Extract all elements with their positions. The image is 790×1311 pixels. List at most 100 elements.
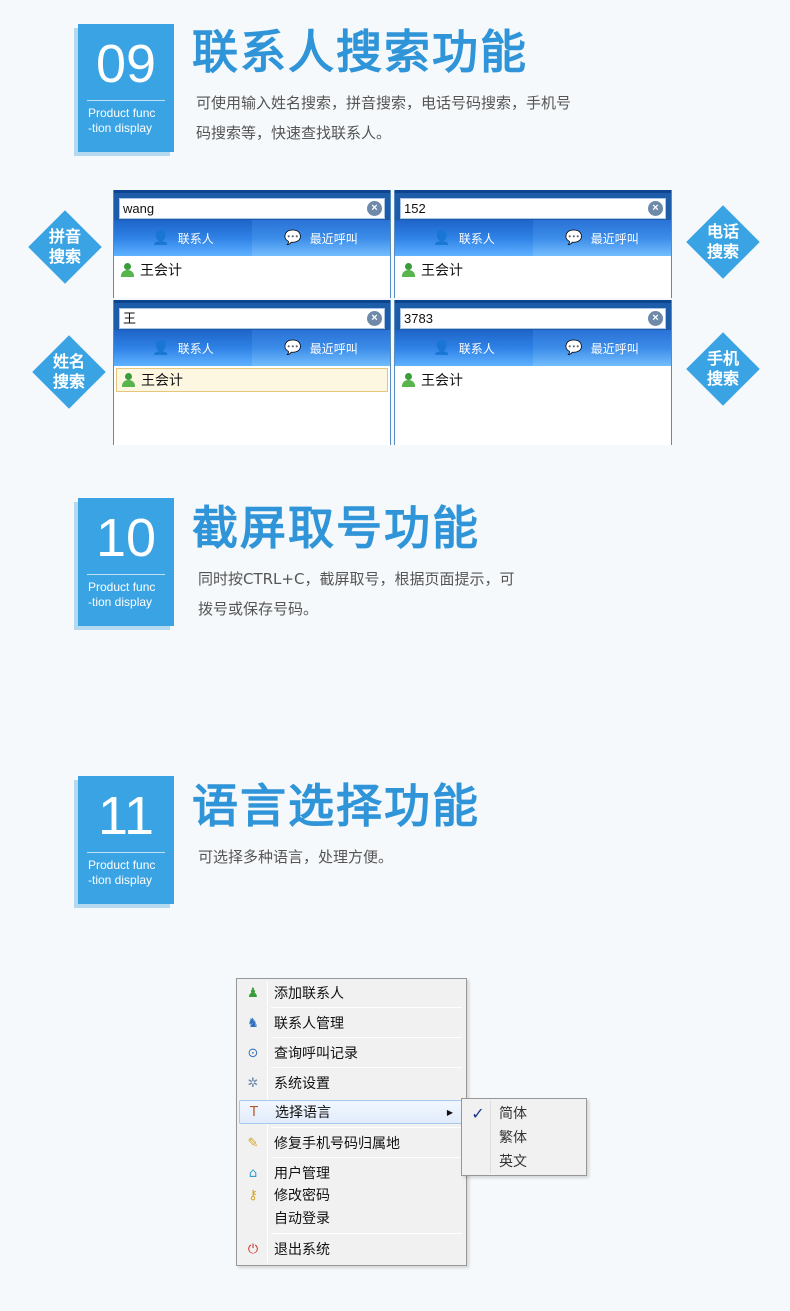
search-query: 王 [123,311,137,326]
pinyin-search-label: 拼音 搜索 [26,208,104,286]
diamond-text: 电话 [706,222,739,241]
section-number: 11 [97,786,155,846]
clear-icon[interactable]: × [648,311,663,326]
section-subtitle: Product func -tion display [88,580,172,610]
power-icon: ⏻ [247,1241,259,1257]
subtitle-line: Product func [88,580,156,594]
menu-item-manage-contacts[interactable]: ♞ 联系人管理 [239,1011,464,1035]
search-input[interactable]: 王 × [119,308,385,329]
menu-label: 繁体 [499,1130,527,1146]
menu-label: 用户管理 [274,1166,330,1182]
section-badge-09: 09 Product func -tion display [78,24,174,152]
list-item[interactable]: 王会计 [397,258,669,282]
contact-icon [122,373,135,387]
menu-item-user-mgmt[interactable]: ⌂ 用户管理 [239,1161,464,1185]
context-menu: ♟ 添加联系人 ♞ 联系人管理 ⊙ 查询呼叫记录 ✲ 系统设置 T 选择语言 ▶ ✎ 修复手机… [236,978,467,1266]
menu-item-auto-login[interactable]: 自动登录 [239,1206,464,1230]
menu-label: 英文 [499,1154,527,1170]
contact-icon [402,263,415,277]
search-panel-name: 王 × 👤 联系人 💬 最近呼叫 王会计 [113,300,391,445]
tab-label: 联系人 [177,231,214,246]
menu-item-call-records[interactable]: ⊙ 查询呼叫记录 [239,1041,464,1065]
menu-label: 联系人管理 [274,1016,344,1032]
menu-item-settings[interactable]: ✲ 系统设置 [239,1071,464,1095]
search-input[interactable]: 152 × [400,198,666,219]
menu-label: 自动登录 [274,1211,330,1227]
menu-item-language[interactable]: T 选择语言 ▶ [239,1100,464,1124]
subtitle-line: Product func [88,858,156,872]
mobile-search-label: 手机 搜索 [684,330,762,408]
submenu-item-traditional[interactable]: 繁体 [464,1125,584,1149]
add-person-icon: ♟ [247,985,259,1001]
section-desc-11: 可选择多种语言，处理方便。 [198,848,394,866]
menu-separator [271,1067,462,1068]
tab-contacts[interactable]: 👤 联系人 [395,330,533,366]
section-desc-10: 同时按CTRL+C，截屏取号，根据页面提示，可 拨号或保存号码。 [198,564,678,624]
subtitle-line: -tion display [88,595,153,609]
menu-item-exit[interactable]: ⏻ 退出系统 [239,1237,464,1261]
magnifier-icon: ⊙ [247,1045,259,1061]
tab-contacts[interactable]: 👤 联系人 [114,330,252,366]
tab-contacts[interactable]: 👤 联系人 [114,220,252,256]
diamond-text: 手机 [706,349,739,368]
menu-label: 添加联系人 [274,986,344,1002]
contact-name: 王会计 [421,263,463,279]
subtitle-line: Product func [88,106,156,120]
gear-icon: ✲ [247,1075,259,1091]
section-title-11: 语言选择功能 [192,779,480,833]
menu-separator [271,1007,462,1008]
section-title-09: 联系人搜索功能 [192,25,528,79]
menu-label: 修复手机号码归属地 [274,1136,400,1152]
search-input[interactable]: wang × [119,198,385,219]
phone-search-label: 电话 搜索 [684,203,762,281]
list-item[interactable]: 王会计 [397,368,669,392]
tab-recent-calls[interactable]: 💬 最近呼叫 [533,220,671,256]
list-item[interactable]: 王会计 [116,258,388,282]
tab-recent-calls[interactable]: 💬 最近呼叫 [252,220,390,256]
search-query: wang [123,201,155,216]
subtitle-line: -tion display [88,121,153,135]
search-query: 3783 [404,311,433,326]
contact-name: 王会计 [141,373,183,389]
menu-label: 修改密码 [274,1188,330,1204]
desc-line: 可使用输入姓名搜索，拼音搜索，电话号码搜索，手机号 [196,94,572,112]
checkmark-icon: ✓ [471,1103,485,1123]
menu-item-change-password[interactable]: ⚷ 修改密码 [239,1183,464,1207]
search-panel-phone: 152 × 👤 联系人 💬 最近呼叫 王会计 [394,190,672,298]
desc-line: 同时按CTRL+C，截屏取号，根据页面提示，可 [198,570,515,588]
person-outline-icon: 👤 [433,230,451,246]
tab-label: 联系人 [177,341,214,356]
edit-icon: ✎ [247,1135,259,1151]
section-badge-11: 11 Product func -tion display [78,776,174,904]
clear-icon[interactable]: × [367,201,382,216]
menu-item-add-contact[interactable]: ♟ 添加联系人 [239,981,464,1005]
name-search-label: 姓名 搜索 [30,333,108,411]
menu-separator [271,1127,462,1128]
submenu-item-simplified[interactable]: ✓ 简体 [464,1101,584,1125]
section-badge-10: 10 Product func -tion display [78,498,174,626]
contact-name: 王会计 [421,373,463,389]
section-number: 10 [95,508,157,568]
clear-icon[interactable]: × [367,311,382,326]
diamond-text: 搜索 [48,247,81,266]
tab-recent-calls[interactable]: 💬 最近呼叫 [252,330,390,366]
section-subtitle: Product func -tion display [88,106,172,136]
tab-contacts[interactable]: 👤 联系人 [395,220,533,256]
search-panel-mobile: 3783 × 👤 联系人 💬 最近呼叫 王会计 [394,300,672,445]
speech-bubble-icon: 💬 [284,340,302,356]
tab-label: 最近呼叫 [590,231,639,246]
list-item-selected[interactable]: 王会计 [116,368,388,392]
desc-line: 码搜索等，快速查找联系人。 [196,124,392,142]
user-icon: ⌂ [248,1165,258,1181]
menu-label: 系统设置 [274,1076,330,1092]
clear-icon[interactable]: × [648,201,663,216]
submenu-item-english[interactable]: 英文 [464,1149,584,1173]
tab-label: 最近呼叫 [309,231,358,246]
diamond-text: 搜索 [706,369,739,388]
tab-recent-calls[interactable]: 💬 最近呼叫 [533,330,671,366]
menu-item-fix-location[interactable]: ✎ 修复手机号码归属地 [239,1131,464,1155]
menu-label: 简体 [499,1106,527,1122]
search-input[interactable]: 3783 × [400,308,666,329]
section-title-10: 截屏取号功能 [192,501,480,555]
diamond-text: 姓名 [52,352,85,371]
